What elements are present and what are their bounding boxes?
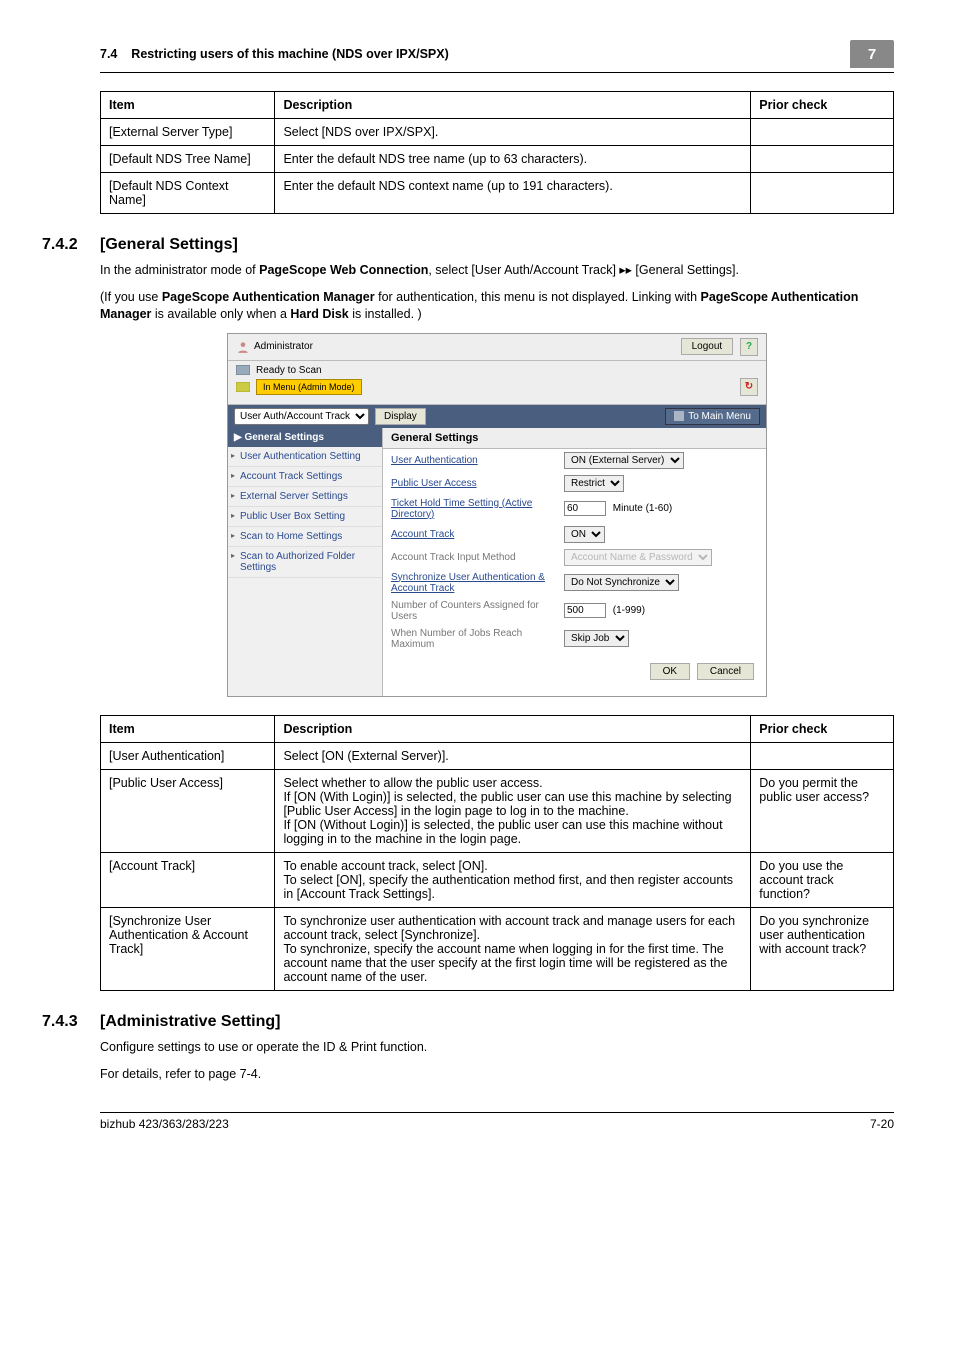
para-743-2: For details, refer to page 7-4. — [100, 1066, 894, 1083]
label-jobs-max: When Number of Jobs Reach Maximum — [391, 628, 556, 650]
cell-desc: Enter the default NDS context name (up t… — [275, 173, 751, 214]
label-account-track-input: Account Track Input Method — [391, 552, 556, 563]
ok-button[interactable]: OK — [650, 663, 690, 680]
cell-item: [Default NDS Tree Name] — [101, 146, 275, 173]
chapter-box: 7 — [850, 40, 894, 68]
select-sync[interactable]: Do Not Synchronize — [564, 574, 679, 591]
para-743-1: Configure settings to use or operate the… — [100, 1039, 894, 1056]
cell-prior: Do you synchronize user authentication w… — [751, 907, 894, 990]
admin-label: Administrator — [254, 341, 313, 352]
input-ticket-hold[interactable] — [564, 501, 606, 516]
cell-item: [External Server Type] — [101, 119, 275, 146]
cell-desc: To synchronize user authentication with … — [275, 907, 751, 990]
table-row: [Default NDS Tree Name] Enter the defaul… — [101, 146, 894, 173]
scanner-icon — [236, 365, 250, 375]
table-row: [Default NDS Context Name] Enter the def… — [101, 173, 894, 214]
sidebar-item-external-server[interactable]: External Server Settings — [228, 487, 382, 507]
sidebar-item-user-auth[interactable]: User Authentication Setting — [228, 447, 382, 467]
table-row: [Synchronize User Authentication & Accou… — [101, 907, 894, 990]
select-public-access[interactable]: Restrict — [564, 475, 624, 492]
header-section-title: Restricting users of this machine (NDS o… — [131, 47, 448, 61]
select-user-auth[interactable]: ON (External Server) — [564, 452, 684, 469]
cell-item: [Synchronize User Authentication & Accou… — [101, 907, 275, 990]
select-jobs-max[interactable]: Skip Job — [564, 630, 629, 647]
suffix-range: (1-999) — [613, 605, 645, 616]
section-num: 7.4.2 — [42, 236, 100, 254]
user-icon — [236, 340, 250, 354]
sidebar-item-public-box[interactable]: Public User Box Setting — [228, 507, 382, 527]
main-title: General Settings — [383, 428, 766, 449]
cell-item: [Public User Access] — [101, 769, 275, 852]
table-row: [User Authentication] Select [ON (Extern… — [101, 742, 894, 769]
section-title: [Administrative Setting] — [100, 1013, 280, 1030]
cancel-button[interactable]: Cancel — [697, 663, 754, 680]
cell-desc: Enter the default NDS tree name (up to 6… — [275, 146, 751, 173]
table-row: [Public User Access] Select whether to a… — [101, 769, 894, 852]
sidebar-header: ▶ General Settings — [228, 428, 382, 447]
table-general-settings: Item Description Prior check [User Authe… — [100, 715, 894, 991]
cell-prior: Do you permit the public user access? — [751, 769, 894, 852]
th-desc: Description — [275, 715, 751, 742]
link-sync-auth[interactable]: Synchronize User Authentication & Accoun… — [391, 572, 556, 594]
sidebar-item-scan-home[interactable]: Scan to Home Settings — [228, 527, 382, 547]
sidebar-item-scan-auth-folder[interactable]: Scan to Authorized Folder Settings — [228, 547, 382, 578]
menu-icon — [674, 411, 684, 421]
section-heading-742: 7.4.2[General Settings] — [42, 236, 894, 254]
table-row: [External Server Type] Select [NDS over … — [101, 119, 894, 146]
cell-item: [Default NDS Context Name] — [101, 173, 275, 214]
logout-button[interactable]: Logout — [681, 338, 734, 355]
screenshot-panel: Administrator Logout ? Ready to Scan In … — [227, 333, 767, 697]
cell-desc: Select [NDS over IPX/SPX]. — [275, 119, 751, 146]
footer-model: bizhub 423/363/283/223 — [100, 1117, 229, 1131]
link-user-authentication[interactable]: User Authentication — [391, 455, 556, 466]
section-heading-743: 7.4.3[Administrative Setting] — [42, 1013, 894, 1031]
folder-icon — [236, 382, 250, 392]
refresh-button[interactable]: ↻ — [740, 378, 758, 396]
section-title: [General Settings] — [100, 236, 238, 253]
para-742-2: (If you use PageScope Authentication Man… — [100, 289, 894, 323]
select-account-input: Account Name & Password — [564, 549, 712, 566]
th-prior: Prior check — [751, 92, 894, 119]
ready-label: Ready to Scan — [256, 365, 322, 376]
cell-prior — [751, 173, 894, 214]
label-num-counters: Number of Counters Assigned for Users — [391, 600, 556, 622]
cell-prior — [751, 146, 894, 173]
th-prior: Prior check — [751, 715, 894, 742]
cell-item: [Account Track] — [101, 852, 275, 907]
cell-prior — [751, 119, 894, 146]
help-button[interactable]: ? — [740, 338, 758, 356]
menu-mode-chip: In Menu (Admin Mode) — [256, 379, 362, 395]
to-main-menu-button[interactable]: To Main Menu — [665, 408, 760, 425]
suffix-minute: Minute (1-60) — [613, 503, 672, 514]
display-button[interactable]: Display — [375, 408, 426, 425]
cell-item: [User Authentication] — [101, 742, 275, 769]
link-ticket-hold[interactable]: Ticket Hold Time Setting (Active Directo… — [391, 498, 556, 520]
link-public-user-access[interactable]: Public User Access — [391, 478, 556, 489]
input-num-counters[interactable] — [564, 603, 606, 618]
th-item: Item — [101, 92, 275, 119]
cell-desc: Select whether to allow the public user … — [275, 769, 751, 852]
footer-page: 7-20 — [870, 1117, 894, 1131]
cell-prior — [751, 742, 894, 769]
table-external-server: Item Description Prior check [External S… — [100, 91, 894, 214]
header-section-no: 7.4 — [100, 47, 117, 61]
sidebar-item-account-track[interactable]: Account Track Settings — [228, 467, 382, 487]
cell-desc: To enable account track, select [ON]. To… — [275, 852, 751, 907]
th-desc: Description — [275, 92, 751, 119]
th-item: Item — [101, 715, 275, 742]
section-num: 7.4.3 — [42, 1013, 100, 1031]
table-row: [Account Track] To enable account track,… — [101, 852, 894, 907]
select-account-track[interactable]: ON — [564, 526, 605, 543]
para-742-1: In the administrator mode of PageScope W… — [100, 262, 894, 279]
cell-prior: Do you use the account track function? — [751, 852, 894, 907]
link-account-track[interactable]: Account Track — [391, 529, 556, 540]
category-select[interactable]: User Auth/Account Track — [234, 408, 369, 425]
cell-desc: Select [ON (External Server)]. — [275, 742, 751, 769]
